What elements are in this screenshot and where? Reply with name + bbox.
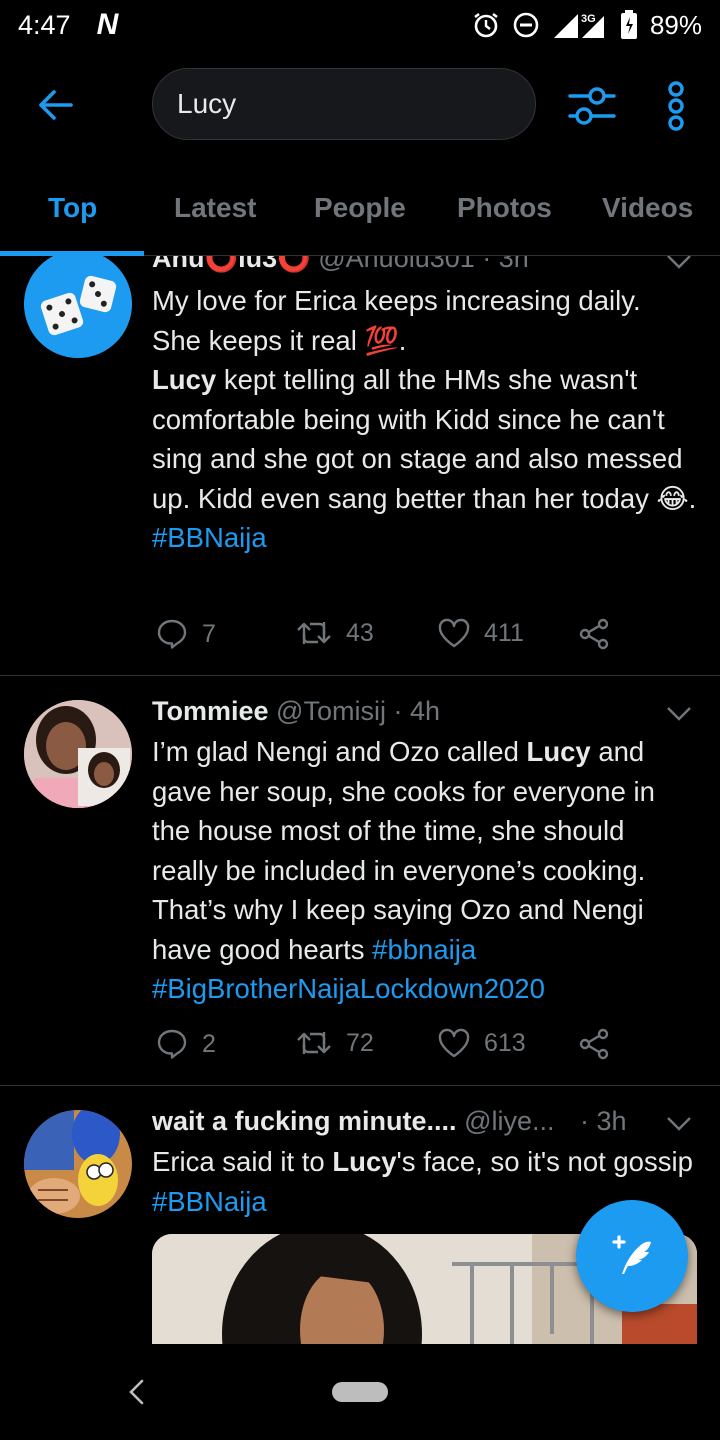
tweet-text: My love for Erica keeps increasing daily… xyxy=(152,281,697,558)
search-term-highlight: Lucy xyxy=(152,364,217,395)
alarm-icon xyxy=(472,11,500,39)
chevron-down-icon[interactable] xyxy=(666,706,692,722)
nav-home-pill-icon[interactable] xyxy=(332,1382,388,1402)
compose-feather-icon xyxy=(612,1235,651,1274)
reply-count: 2 xyxy=(202,1029,216,1058)
tweet-time: · 3h xyxy=(482,256,529,273)
search-query: Lucy xyxy=(177,88,237,119)
retweet-count: 72 xyxy=(346,1028,374,1057)
tweet-time: · 3h xyxy=(580,1106,627,1136)
tweet-text-part: and gave her soup, she cooks for everyon… xyxy=(152,736,655,965)
like-button[interactable]: 411 xyxy=(438,618,524,648)
reply-count: 7 xyxy=(202,619,216,648)
retweet-button[interactable]: 72 xyxy=(296,1028,374,1058)
like-count: 411 xyxy=(484,618,524,647)
like-button[interactable]: 613 xyxy=(438,1028,526,1058)
tweet-text-part: Erica said it to xyxy=(152,1146,333,1177)
search-input[interactable]: Lucy xyxy=(152,68,536,140)
avatar[interactable] xyxy=(24,1110,132,1218)
retweet-icon xyxy=(297,622,331,644)
heart-icon xyxy=(438,618,470,648)
search-term-highlight: Lucy xyxy=(526,736,591,767)
avatar[interactable] xyxy=(24,256,132,358)
hashtag-link[interactable]: #bbnaija xyxy=(372,934,476,965)
compose-tweet-button[interactable] xyxy=(576,1200,688,1312)
hashtag-link[interactable]: #BBNaija xyxy=(152,522,267,553)
tweet-header: Tommiee @Tomisij · 4h xyxy=(152,696,440,727)
tweet-text-part: 's face, so it's not gossip xyxy=(396,1146,693,1177)
tweet-header: Anu⭕lu3⭕ @Anuolu301 · 3h xyxy=(152,256,529,274)
chevron-down-icon[interactable] xyxy=(666,1116,692,1132)
sliders-icon xyxy=(568,87,616,125)
tab-photos[interactable]: Photos xyxy=(457,192,552,224)
more-options-button[interactable] xyxy=(658,76,694,136)
carrier-badge: N xyxy=(96,8,119,41)
profile-photo xyxy=(24,700,132,808)
hashtag-link[interactable]: #BigBrotherNaijaLockdown2020 xyxy=(152,973,545,1004)
battery-icon xyxy=(620,10,638,40)
tab-top[interactable]: Top xyxy=(48,192,97,224)
like-count: 613 xyxy=(484,1028,526,1057)
search-results-feed[interactable]: Anu⭕lu3⭕ @Anuolu301 · 3h My love for Eri… xyxy=(0,256,720,1344)
tab-latest[interactable]: Latest xyxy=(174,192,256,224)
back-button[interactable] xyxy=(30,82,80,128)
tweet-text-part: My love for Erica keeps increasing daily… xyxy=(152,285,641,356)
reply-icon xyxy=(157,619,187,649)
tweet[interactable]: Tommiee @Tomisij · 4h I’m glad Nengi and… xyxy=(0,676,720,1086)
tweet-author-name[interactable]: Tommiee xyxy=(152,696,269,726)
hashtag-link[interactable]: #BBNaija xyxy=(152,1186,267,1217)
share-icon xyxy=(579,618,609,650)
reply-button[interactable]: 7 xyxy=(156,618,216,650)
tweet[interactable]: Anu⭕lu3⭕ @Anuolu301 · 3h My love for Eri… xyxy=(0,256,720,676)
status-bar: 4:47 N 3G 89% xyxy=(0,0,720,50)
retweet-icon xyxy=(297,1032,331,1054)
chevron-down-icon[interactable] xyxy=(666,256,692,270)
tweet-text-part: kept telling all the HMs she wasn't comf… xyxy=(152,364,697,514)
reply-button[interactable]: 2 xyxy=(156,1028,216,1060)
avatar[interactable] xyxy=(24,700,132,808)
tweet-author-handle: @Anuolu301 xyxy=(318,256,475,273)
retweet-button[interactable]: 43 xyxy=(296,618,374,648)
tab-people[interactable]: People xyxy=(314,192,406,224)
search-tabs: Top Latest People Photos Videos xyxy=(0,170,720,256)
cartoon-avatar-image xyxy=(24,1110,132,1218)
signal-icon: 3G xyxy=(552,10,608,40)
tweet-header: wait a fucking minute.... @liye... · 3h xyxy=(152,1106,627,1137)
arrow-left-icon xyxy=(39,90,73,120)
search-header: Lucy xyxy=(0,60,720,150)
tweet-actions: 7 43 411 xyxy=(152,618,652,658)
reply-icon xyxy=(157,1029,187,1059)
tab-videos[interactable]: Videos xyxy=(602,192,693,224)
tweet-text: I’m glad Nengi and Ozo called Lucy and g… xyxy=(152,732,697,1009)
retweet-count: 43 xyxy=(346,618,374,647)
tweet-actions: 2 72 613 xyxy=(152,1028,652,1068)
tweet-time: · 4h xyxy=(393,696,441,726)
heart-icon xyxy=(438,1028,470,1058)
network-type: 3G xyxy=(581,13,596,25)
share-icon xyxy=(579,1028,609,1060)
share-button[interactable] xyxy=(578,618,610,650)
share-button[interactable] xyxy=(578,1028,610,1060)
do-not-disturb-icon xyxy=(512,11,540,39)
battery-percent: 89% xyxy=(649,9,702,40)
more-vertical-icon xyxy=(668,81,684,131)
search-filter-button[interactable] xyxy=(566,80,618,132)
dice-image xyxy=(24,256,132,358)
tweet-author-handle: @Tomisij xyxy=(276,696,386,726)
tweet-author-name[interactable]: wait a fucking minute.... xyxy=(152,1106,457,1136)
tweet-author-handle: @liye... xyxy=(464,1106,555,1136)
status-time: 4:47 xyxy=(18,9,71,40)
search-term-highlight: Lucy xyxy=(332,1146,397,1177)
tweet-text-part: I’m glad Nengi and Ozo called xyxy=(152,736,527,767)
tweet-author-name[interactable]: Anu⭕lu3⭕ xyxy=(152,256,311,273)
nav-back-icon[interactable] xyxy=(126,1378,146,1406)
